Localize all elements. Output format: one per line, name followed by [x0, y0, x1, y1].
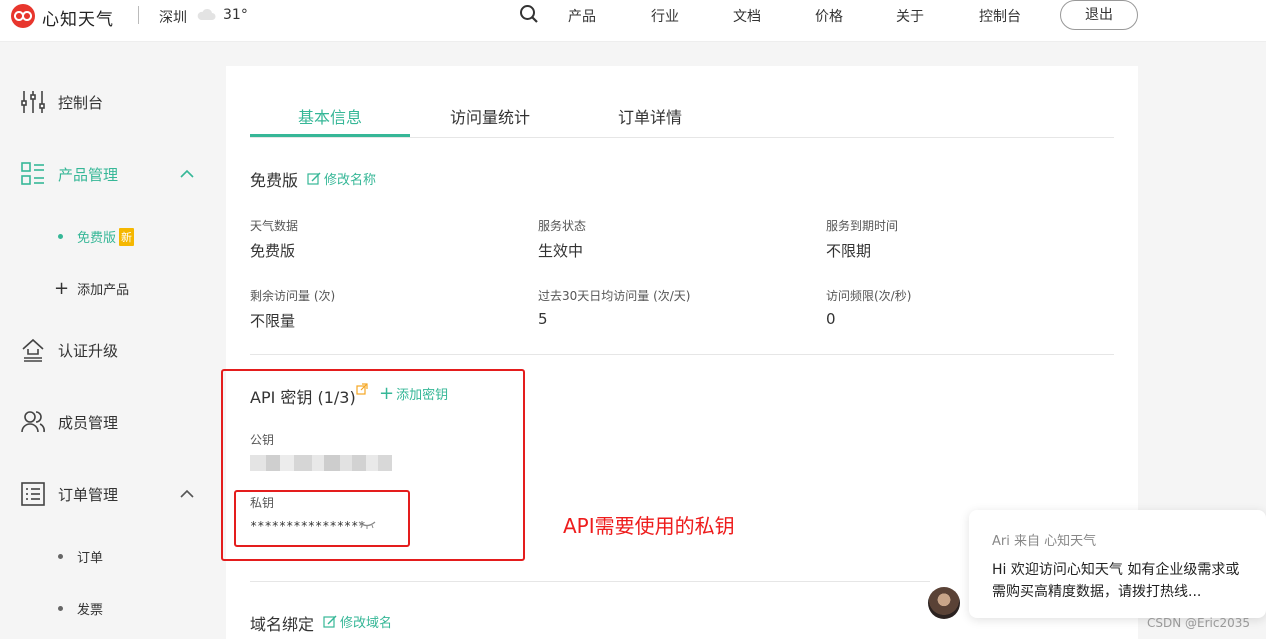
cloud-icon	[196, 7, 216, 26]
top-header: 心知天气 深圳 31° 产品 行业 文档 价格 关于 控制台 退出	[0, 0, 1266, 42]
logout-button[interactable]: 退出	[1060, 0, 1138, 30]
logo-icon[interactable]	[11, 4, 35, 28]
search-icon[interactable]	[519, 4, 539, 28]
chat-popup[interactable]: Ari 来自 心知天气 Hi 欢迎访问心知天气 如有企业级需求或需购买高精度数据…	[969, 510, 1266, 618]
plan-title: 免费版	[250, 171, 299, 190]
edit-name-link[interactable]: 修改名称	[307, 169, 376, 188]
expiry-value: 不限期	[826, 242, 872, 260]
tab-divider	[250, 137, 1114, 138]
sidebar-item-label: 订单管理	[58, 485, 119, 504]
tab-traffic-stats[interactable]: 访问量统计	[450, 104, 530, 128]
nav-industry[interactable]: 行业	[651, 6, 679, 26]
nav-products[interactable]: 产品	[568, 6, 596, 26]
nav-console[interactable]: 控制台	[979, 6, 1021, 26]
sidebar-item-members[interactable]: 成员管理	[20, 409, 118, 435]
section-divider	[250, 581, 930, 582]
annotation-text: API需要使用的私钥	[563, 514, 735, 538]
chat-sender: Ari 来自 心知天气	[992, 534, 1097, 549]
sidebar-subitem-invoices[interactable]: 发票	[58, 599, 103, 618]
watermark: CSDN @Eric2035	[1147, 616, 1251, 630]
temperature: 31°	[223, 7, 248, 23]
divider	[138, 6, 139, 24]
sidebar-subitem-label: 订单	[77, 551, 104, 566]
highlight-box-private-key	[234, 490, 410, 547]
sidebar-subitem-free-plan[interactable]: 免费版 新	[58, 227, 135, 246]
edit-icon	[323, 615, 337, 628]
remaining-quota-value: 不限量	[250, 312, 296, 330]
nav-about[interactable]: 关于	[896, 6, 924, 26]
add-product-link[interactable]: + 添加产品	[54, 279, 129, 298]
rate-limit-label: 访问频限(次/秒)	[826, 289, 912, 303]
section-divider	[250, 354, 1114, 355]
chat-message: Hi 欢迎访问心知天气 如有企业级需求或需购买高精度数据，请拨打热线...	[992, 562, 1240, 600]
sidebar-item-label: 控制台	[58, 93, 104, 112]
tab-order-details[interactable]: 订单详情	[618, 104, 682, 128]
bullet-dot	[58, 554, 63, 559]
sidebar-subitem-label: 免费版	[77, 231, 117, 246]
sidebar-subitem-label: 发票	[77, 603, 104, 618]
rate-limit-value: 0	[826, 310, 836, 328]
weather-data-label: 天气数据	[250, 219, 299, 233]
city-name: 深圳	[159, 10, 187, 26]
sidebar-item-label: 成员管理	[58, 413, 119, 432]
edit-icon	[307, 172, 321, 185]
sidebar-item-product-management[interactable]: 产品管理	[20, 161, 118, 187]
service-status-label: 服务状态	[538, 219, 587, 233]
plus-icon: +	[54, 277, 70, 299]
chat-avatar[interactable]	[928, 587, 960, 619]
nav-docs[interactable]: 文档	[733, 6, 761, 26]
bullet-dot	[58, 606, 63, 611]
sidebar-item-certification[interactable]: 认证升级	[20, 337, 118, 363]
add-product-label: 添加产品	[77, 283, 130, 298]
daily-average-value: 5	[538, 310, 548, 328]
domain-title: 域名绑定	[250, 615, 315, 634]
new-badge: 新	[119, 227, 135, 246]
sidebar-item-console[interactable]: 控制台	[20, 89, 103, 115]
daily-average-label: 过去30天日均访问量 (次/天)	[538, 289, 691, 303]
nav-pricing[interactable]: 价格	[815, 6, 843, 26]
orders-icon	[21, 482, 45, 506]
edit-domain-link[interactable]: 修改域名	[323, 612, 392, 631]
sidebar-subitem-orders[interactable]: 订单	[58, 547, 103, 566]
upgrade-icon	[22, 338, 44, 362]
sliders-icon	[21, 91, 45, 113]
edit-name-label: 修改名称	[324, 173, 377, 188]
tab-basic-info[interactable]: 基本信息	[298, 104, 362, 128]
sidebar-item-label: 产品管理	[58, 165, 119, 184]
edit-domain-label: 修改域名	[340, 616, 393, 631]
service-status-value: 生效中	[538, 242, 584, 260]
weather-data-value: 免费版	[250, 242, 296, 260]
brand-name[interactable]: 心知天气	[42, 5, 114, 30]
remaining-quota-label: 剩余访问量 (次)	[250, 289, 336, 303]
bullet-dot	[58, 234, 63, 239]
sidebar-item-label: 认证升级	[58, 341, 119, 360]
sidebar-item-orders[interactable]: 订单管理	[20, 481, 118, 507]
chevron-up-icon[interactable]	[180, 489, 194, 499]
expiry-label: 服务到期时间	[826, 219, 899, 233]
users-icon	[21, 411, 45, 433]
grid-list-icon	[21, 162, 44, 185]
chevron-up-icon[interactable]	[180, 169, 194, 179]
